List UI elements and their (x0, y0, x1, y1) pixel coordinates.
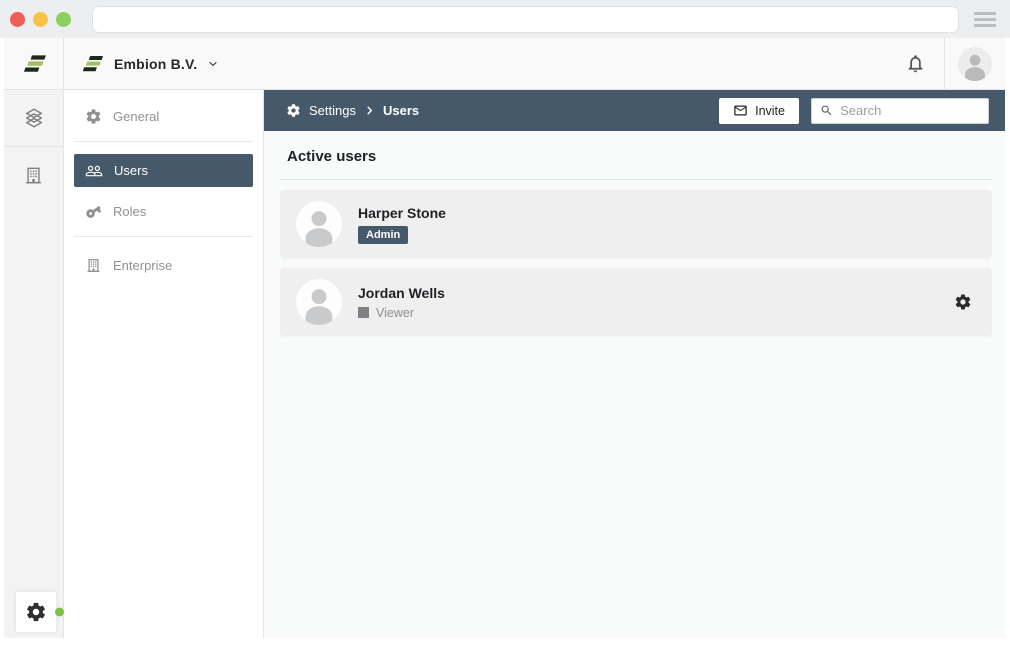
role-square-icon (358, 307, 369, 318)
browser-menu-icon[interactable] (974, 12, 996, 27)
building-icon (85, 257, 102, 274)
user-settings-button[interactable] (954, 293, 972, 311)
layers-icon (23, 107, 45, 129)
rail-item-layers[interactable] (4, 90, 63, 147)
search-icon (820, 103, 833, 118)
gear-icon (286, 103, 301, 118)
zoom-window-button[interactable] (56, 12, 71, 27)
rail-bottom (16, 592, 56, 632)
user-info: Harper Stone Admin (358, 205, 446, 244)
chevron-down-icon (207, 58, 219, 70)
browser-window: Embion B.V. (0, 0, 1010, 645)
sidebar-item-enterprise[interactable]: Enterprise (74, 249, 253, 282)
role-label: Viewer (376, 306, 414, 320)
building-icon (23, 165, 44, 186)
sidebar-item-label: Users (114, 163, 148, 178)
sidebar-item-label: Enterprise (113, 258, 172, 273)
embion-logo-icon (80, 54, 104, 74)
gear-icon (954, 293, 972, 311)
user-avatar (296, 201, 342, 247)
envelope-icon (733, 103, 748, 118)
role-badge: Admin (358, 226, 408, 244)
header-main: Embion B.V. (64, 38, 1005, 89)
breadcrumb: Settings Users (286, 103, 419, 118)
invite-label: Invite (755, 104, 785, 118)
settings-sidebar: General Users Roles (64, 90, 264, 638)
settings-button[interactable] (16, 592, 56, 632)
user-name: Harper Stone (358, 205, 446, 221)
breadcrumb-settings[interactable]: Settings (309, 103, 356, 118)
minimize-window-button[interactable] (33, 12, 48, 27)
app: Embion B.V. (4, 38, 1005, 638)
breadcrumb-bar: Settings Users Invite (264, 90, 1005, 131)
traffic-lights (10, 12, 71, 27)
close-window-button[interactable] (10, 12, 25, 27)
chevron-right-icon (364, 105, 375, 116)
app-header: Embion B.V. (4, 38, 1005, 90)
content-divider (280, 179, 992, 180)
user-name: Jordan Wells (358, 285, 445, 301)
rail-item-building[interactable] (4, 147, 63, 204)
embion-logo-icon (21, 53, 47, 75)
user-card[interactable]: Jordan Wells Viewer (280, 268, 992, 336)
user-role: Viewer (358, 306, 445, 320)
main-area: Settings Users Invite (264, 90, 1005, 638)
content: Active users Harper Stone Admin (264, 131, 1005, 346)
window-frame: Embion B.V. (0, 38, 1010, 645)
user-avatar (296, 279, 342, 325)
search-box (811, 98, 989, 124)
search-input[interactable] (840, 103, 980, 118)
browser-chrome (0, 0, 1010, 38)
url-bar[interactable] (93, 7, 958, 32)
sidebar-item-roles[interactable]: Roles (74, 195, 253, 228)
sidebar-item-general[interactable]: General (74, 100, 253, 133)
company-name: Embion B.V. (114, 56, 197, 72)
sidebar-item-users[interactable]: Users (74, 154, 253, 187)
avatar (958, 47, 992, 81)
bell-icon (905, 53, 926, 74)
org-switcher[interactable]: Embion B.V. (80, 54, 219, 74)
gear-icon (85, 108, 102, 125)
page-title: Active users (287, 148, 992, 165)
icon-rail (4, 90, 64, 638)
app-logo[interactable] (4, 38, 64, 89)
user-menu[interactable] (945, 47, 1005, 81)
sidebar-item-label: General (113, 109, 159, 124)
gear-icon (25, 601, 47, 623)
users-icon (85, 162, 103, 180)
status-dot (55, 608, 64, 617)
sidebar-item-label: Roles (113, 204, 146, 219)
user-info: Jordan Wells Viewer (358, 285, 445, 320)
app-body: General Users Roles (4, 90, 1005, 638)
invite-button[interactable]: Invite (719, 98, 799, 124)
key-icon (82, 200, 106, 224)
user-card[interactable]: Harper Stone Admin (280, 190, 992, 258)
breadcrumb-users: Users (383, 103, 419, 118)
sidebar-divider (74, 236, 253, 237)
notifications-button[interactable] (886, 53, 944, 74)
sidebar-divider (74, 141, 253, 142)
